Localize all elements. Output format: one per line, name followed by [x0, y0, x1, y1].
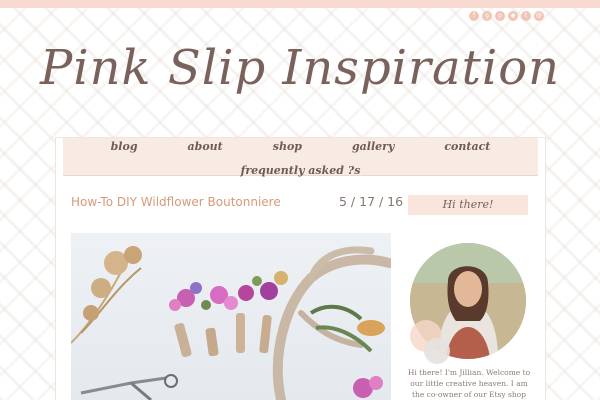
email-icon[interactable]: @: [534, 11, 544, 21]
top-strip: [0, 0, 600, 8]
decorative-circle: [424, 338, 450, 364]
twitter-icon[interactable]: t: [521, 11, 531, 21]
nav-item-contact[interactable]: contact: [444, 140, 490, 156]
wildflower-photo: [71, 246, 391, 400]
sidebar-heading: Hi there!: [408, 195, 528, 215]
nav-item-blog[interactable]: blog: [111, 140, 138, 156]
post-title[interactable]: How-To DIY Wildflower Boutonniere: [71, 195, 281, 209]
site-logo[interactable]: Pink Slip Inspiration: [0, 40, 600, 96]
google-plus-icon[interactable]: g: [482, 11, 492, 21]
nav-item-about[interactable]: about: [188, 140, 223, 156]
nav-item-faq[interactable]: frequently asked ?s: [241, 164, 361, 177]
nav-item-shop[interactable]: shop: [273, 140, 302, 156]
post-date: 5 / 17 / 16: [339, 194, 404, 209]
pinterest-icon[interactable]: p: [495, 11, 505, 21]
facebook-icon[interactable]: f: [469, 11, 479, 21]
post-image[interactable]: [71, 233, 391, 400]
instagram-icon[interactable]: ◉: [508, 11, 518, 21]
nav-item-gallery[interactable]: gallery: [352, 140, 394, 156]
sidebar-intro-text: Hi there! I'm Jillian. Welcome to our li…: [407, 368, 531, 399]
social-links: f g p ◉ t @: [469, 11, 544, 21]
main-nav: blog about shop gallery contact frequent…: [63, 138, 538, 177]
